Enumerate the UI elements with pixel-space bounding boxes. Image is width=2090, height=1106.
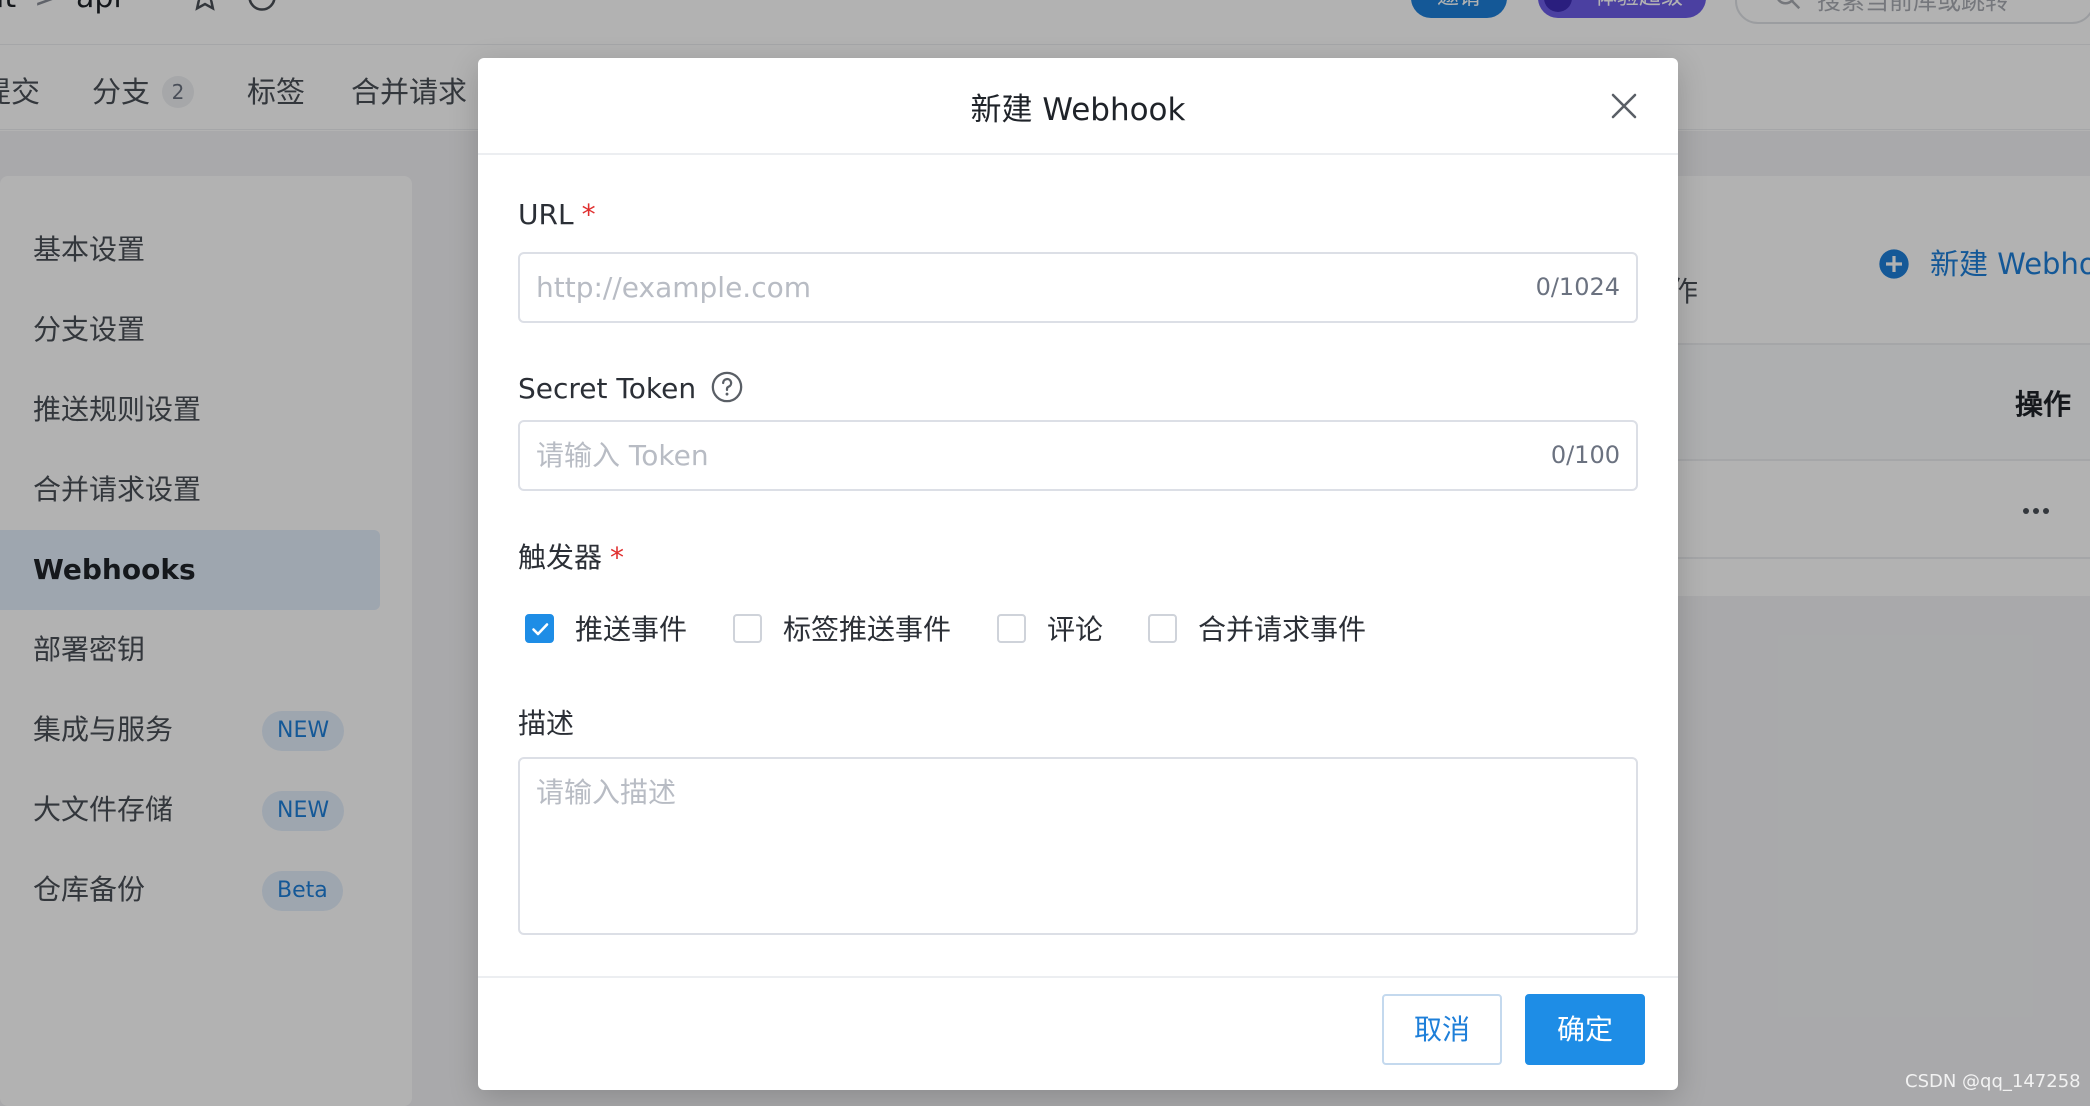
checkbox-unchecked[interactable] bbox=[997, 613, 1026, 643]
url-label: URL * bbox=[518, 198, 596, 231]
secret-token-field[interactable]: 0/100 bbox=[518, 420, 1638, 491]
cancel-button[interactable]: 取消 bbox=[1382, 994, 1502, 1065]
secret-token-label-text: Secret Token bbox=[518, 372, 697, 405]
dialog-footer: 取消 确定 bbox=[478, 976, 1678, 1090]
secret-token-char-counter: 0/100 bbox=[1550, 441, 1620, 469]
triggers-label: 触发器 * bbox=[518, 536, 624, 576]
required-mark: * bbox=[581, 198, 596, 231]
trigger-comment-checkbox[interactable]: 评论 bbox=[997, 608, 1103, 648]
check-icon bbox=[532, 622, 549, 635]
checkbox-unchecked[interactable] bbox=[1148, 613, 1177, 643]
dialog-title: 新建 Webhook bbox=[970, 92, 1186, 128]
secret-token-label: Secret Token bbox=[518, 370, 744, 405]
checkbox-checked[interactable] bbox=[525, 613, 554, 643]
new-webhook-dialog: 新建 Webhook URL* 0/1024 Secret Token 0/10… bbox=[478, 58, 1678, 1090]
trigger-option-label: 推送事件 bbox=[575, 613, 688, 646]
url-char-counter: 0/1024 bbox=[1535, 273, 1620, 301]
description-textarea[interactable] bbox=[536, 771, 1616, 921]
trigger-option-label: 评论 bbox=[1047, 613, 1104, 646]
question-circle-icon[interactable] bbox=[710, 370, 744, 404]
confirm-button[interactable]: 确定 bbox=[1525, 994, 1645, 1065]
url-input[interactable] bbox=[536, 254, 1436, 321]
dialog-header: 新建 Webhook bbox=[478, 58, 1678, 155]
trigger-option-label: 合并请求事件 bbox=[1198, 613, 1367, 646]
trigger-merge-request-event-checkbox[interactable]: 合并请求事件 bbox=[1148, 608, 1366, 648]
checkbox-unchecked[interactable] bbox=[733, 613, 762, 643]
close-icon[interactable] bbox=[1608, 90, 1640, 122]
url-label-text: URL bbox=[518, 198, 574, 231]
triggers-label-text: 触发器 bbox=[518, 541, 603, 574]
trigger-tag-push-event-checkbox[interactable]: 标签推送事件 bbox=[733, 608, 951, 648]
watermark: CSDN @qq_147258 bbox=[1905, 1071, 2081, 1092]
url-field[interactable]: 0/1024 bbox=[518, 252, 1638, 323]
description-label: 描述 bbox=[518, 707, 575, 740]
description-field[interactable] bbox=[518, 757, 1638, 935]
secret-token-input[interactable] bbox=[536, 422, 1436, 489]
required-mark: * bbox=[610, 541, 625, 574]
trigger-option-label: 标签推送事件 bbox=[783, 613, 952, 646]
trigger-push-event-checkbox[interactable]: 推送事件 bbox=[525, 608, 687, 648]
